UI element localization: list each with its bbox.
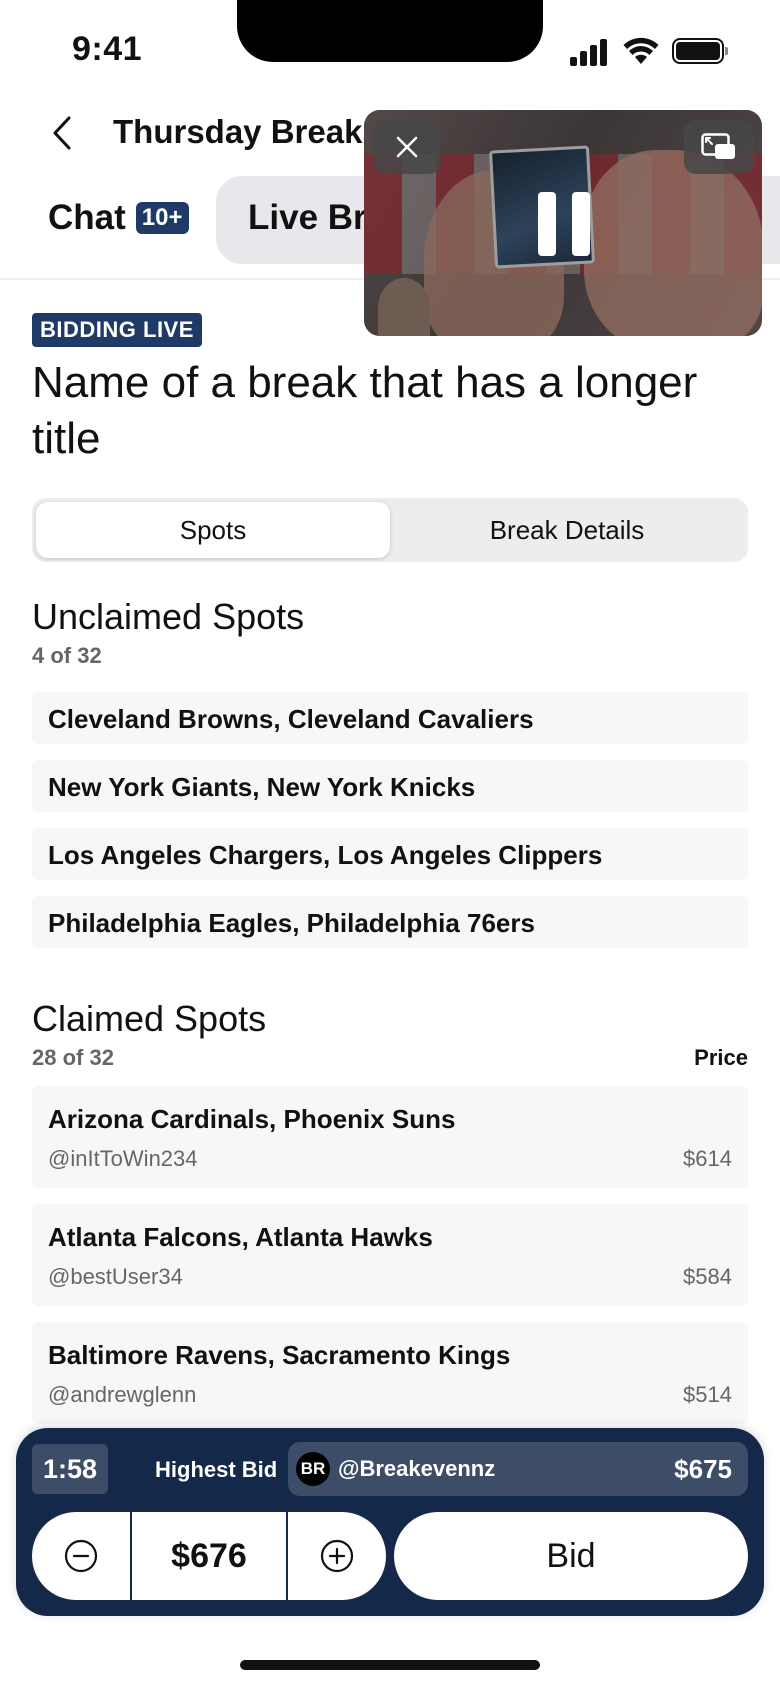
spot-name: Atlanta Falcons, Atlanta Hawks [48, 1222, 433, 1252]
bid-amount-stepper: $676 [32, 1512, 386, 1600]
nav-title: Thursday Breaks [113, 113, 381, 150]
page-title: Name of a break that has a longer title [32, 358, 698, 463]
unclaimed-spot-row[interactable]: Cleveland Browns, Cleveland Cavaliers [32, 692, 748, 744]
unclaimed-spots-count: 4 of 32 [32, 643, 102, 668]
unclaimed-spot-row[interactable]: Los Angeles Chargers, Los Angeles Clippe… [32, 828, 748, 880]
decrease-bid-button[interactable] [32, 1512, 132, 1600]
unclaimed-spot-row[interactable]: New York Giants, New York Knicks [32, 760, 748, 812]
picture-in-picture-icon [701, 133, 735, 159]
spot-price: $614 [683, 1146, 732, 1171]
video-pip-player[interactable] [364, 110, 762, 336]
battery-icon [672, 38, 728, 64]
spot-name: Los Angeles Chargers, Los Angeles Clippe… [48, 840, 603, 870]
countdown-timer: 1:58 [32, 1444, 108, 1494]
cellular-signal-icon [570, 38, 610, 66]
unclaimed-spots-title: Unclaimed Spots [32, 596, 305, 637]
minus-circle-icon [64, 1539, 98, 1573]
back-button[interactable] [40, 108, 84, 158]
pip-close-button[interactable] [373, 120, 441, 174]
pause-icon[interactable] [538, 192, 590, 256]
spot-name: New York Giants, New York Knicks [48, 772, 476, 802]
claimed-spot-row[interactable]: Baltimore Ravens, Sacramento Kings @andr… [32, 1322, 748, 1424]
claimed-spot-row[interactable]: Arizona Cardinals, Phoenix Suns @inItToW… [32, 1086, 748, 1188]
segmented-control: Spots Break Details [32, 498, 748, 562]
plus-circle-icon [320, 1539, 354, 1573]
highest-bid-amount: $675 [674, 1454, 732, 1484]
claimed-spots-title: Claimed Spots [32, 998, 267, 1039]
spot-name: Arizona Cardinals, Phoenix Suns [48, 1104, 456, 1134]
spot-owner: @inItToWin234 [48, 1146, 198, 1171]
claimed-spots-count: 28 of 32 [32, 1045, 114, 1070]
segment-break-details[interactable]: Break Details [390, 502, 744, 558]
tab-chat[interactable]: Chat 10+ [48, 198, 189, 238]
increase-bid-button[interactable] [286, 1512, 386, 1600]
spot-name: Philadelphia Eagles, Philadelphia 76ers [48, 908, 535, 938]
spot-price: $514 [683, 1382, 732, 1407]
home-indicator[interactable] [240, 1660, 540, 1670]
highest-bid-label: Highest Bid [155, 1457, 278, 1482]
bid-amount-value: $676 [171, 1536, 247, 1575]
status-bar: 9:41 [0, 0, 780, 100]
unread-badge: 10+ [135, 202, 189, 234]
claimed-spot-row[interactable]: Atlanta Falcons, Atlanta Hawks @bestUser… [32, 1204, 748, 1306]
highest-bidder-pill: BR @Breakevennz $675 [288, 1442, 748, 1496]
price-column-header: Price [694, 1045, 748, 1070]
wifi-icon [623, 37, 659, 64]
chevron-left-icon [53, 116, 71, 150]
spot-name: Baltimore Ravens, Sacramento Kings [48, 1340, 511, 1370]
segment-spots[interactable]: Spots [36, 502, 390, 558]
spot-owner: @bestUser34 [48, 1264, 183, 1289]
spot-name: Cleveland Browns, Cleveland Cavaliers [48, 704, 534, 734]
avatar: BR [296, 1452, 330, 1486]
pip-expand-button[interactable] [684, 120, 754, 174]
camera-notch [237, 0, 543, 62]
bidding-live-badge: BIDDING LIVE [32, 313, 202, 347]
close-icon [396, 136, 418, 158]
status-time: 9:41 [72, 30, 143, 68]
tab-chat-label: Chat [48, 198, 126, 237]
highest-bidder-name: @Breakevennz [338, 1456, 496, 1481]
bid-panel: 1:58 Highest Bid BR @Breakevennz $675 $6… [16, 1428, 764, 1616]
spot-owner: @andrewglenn [48, 1382, 197, 1407]
unclaimed-spot-row[interactable]: Philadelphia Eagles, Philadelphia 76ers [32, 896, 748, 948]
spot-price: $584 [683, 1264, 732, 1289]
bid-button[interactable]: Bid [394, 1512, 748, 1600]
